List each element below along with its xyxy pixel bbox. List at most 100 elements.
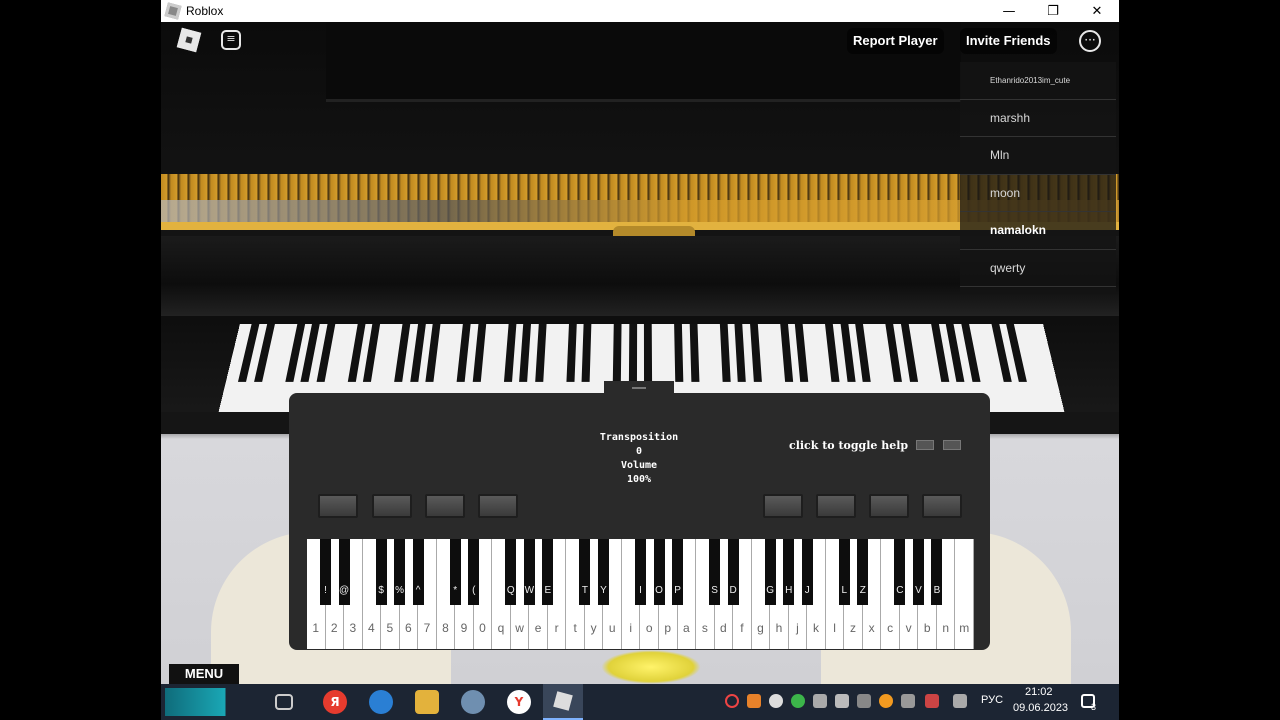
piano-black-key[interactable]: ^ — [412, 539, 424, 605]
black-key-label: D — [729, 585, 737, 596]
player-list-item[interactable]: Mln — [960, 137, 1116, 175]
transposition-value: 0 — [635, 446, 643, 457]
report-player-button[interactable]: Report Player — [847, 28, 944, 54]
white-key-label: r — [554, 621, 559, 635]
bluetooth-icon[interactable] — [813, 694, 827, 708]
piano-black-key[interactable]: B — [931, 539, 943, 605]
security-icon[interactable] — [835, 694, 849, 708]
piano-black-key[interactable]: W — [523, 539, 535, 605]
minimize-button[interactable]: — — [987, 0, 1031, 22]
panel-option-button-2[interactable] — [816, 494, 856, 518]
chat-icon[interactable]: ≡ — [221, 30, 241, 50]
piano-3d-black-key — [689, 323, 699, 382]
piano-black-key[interactable]: D — [727, 539, 739, 605]
transposition-volume-info: Transposition 0 Volume 100% — [579, 431, 699, 487]
menu-button[interactable]: MENU — [169, 664, 239, 684]
white-key-label: y — [590, 621, 597, 635]
pen-icon[interactable] — [953, 694, 967, 708]
player-list-item[interactable]: Ethanrido2013im_cute — [960, 62, 1116, 100]
piano-3d-black-key — [825, 323, 840, 382]
piano-black-key[interactable]: J — [801, 539, 813, 605]
piano-black-key[interactable]: E — [542, 539, 554, 605]
white-key-label: a — [682, 621, 690, 635]
volume-icon[interactable] — [901, 694, 915, 708]
panel-option-button-1[interactable] — [763, 494, 803, 518]
piano-keyboard-panel: Transposition 0 Volume 100% click to tog… — [289, 381, 990, 650]
piano-black-key[interactable]: P — [672, 539, 684, 605]
black-key-label: C — [896, 585, 904, 596]
piano-black-key[interactable]: @ — [338, 539, 350, 605]
invite-friends-button[interactable]: Invite Friends — [960, 28, 1057, 54]
more-options-icon[interactable]: ··· — [1079, 30, 1101, 52]
piano-black-key[interactable]: $ — [375, 539, 387, 605]
yandex-tray-icon[interactable] — [769, 694, 783, 708]
clock-date[interactable]: 09.06.2023 — [1013, 702, 1068, 714]
piano-black-key[interactable]: L — [838, 539, 850, 605]
piano-black-key[interactable]: C — [894, 539, 906, 605]
piano-black-key[interactable]: I — [635, 539, 646, 605]
player-list-item[interactable]: qwerty — [960, 250, 1116, 287]
white-key-label: m — [959, 621, 970, 635]
panel-option-button-3[interactable] — [869, 494, 909, 518]
piano-3d-black-key — [674, 323, 684, 382]
piano-black-key[interactable]: Q — [505, 539, 517, 605]
panel-option-button-4[interactable] — [922, 494, 962, 518]
record-icon[interactable] — [725, 694, 739, 708]
piano-black-key[interactable]: * — [449, 539, 461, 605]
maximize-button[interactable]: ❐ — [1031, 0, 1075, 22]
player-list-item[interactable]: moon — [960, 175, 1116, 212]
clock-time[interactable]: 21:02 — [1025, 686, 1053, 698]
green-tray-icon[interactable] — [791, 694, 805, 708]
white-key-label: c — [887, 621, 894, 635]
volume-up-button[interactable] — [478, 494, 518, 518]
file-explorer-icon[interactable] — [415, 690, 439, 714]
network-icon[interactable] — [857, 694, 871, 708]
start-area[interactable] — [165, 688, 265, 716]
piano-black-key[interactable]: S — [709, 539, 721, 605]
transpose-down-button[interactable] — [318, 494, 358, 518]
app-tray-icon[interactable] — [925, 694, 939, 708]
black-key-label: % — [395, 585, 405, 596]
help-toggle-button-1[interactable] — [916, 440, 934, 450]
piano-3d-black-key — [456, 323, 471, 382]
yandex-icon[interactable]: Я — [323, 690, 347, 714]
piano-white-key[interactable]: m — [955, 539, 974, 649]
transposition-label: Transposition — [599, 432, 679, 443]
panel-drag-handle[interactable] — [604, 381, 674, 395]
roblox-taskbar-button[interactable] — [543, 684, 583, 720]
black-key-label: O — [655, 585, 663, 596]
task-view-icon[interactable] — [275, 694, 293, 710]
piano-3d-black-key — [519, 323, 532, 382]
mascot-app-icon[interactable] — [461, 690, 485, 714]
player-list-item[interactable]: marshh — [960, 100, 1116, 137]
help-toggle[interactable]: click to toggle help > — [789, 439, 925, 452]
help-toggle-button-2[interactable] — [943, 440, 961, 450]
avast-icon[interactable] — [879, 694, 893, 708]
white-key-label: k — [813, 621, 819, 635]
language-indicator[interactable]: РУС — [981, 694, 1003, 706]
piano-black-key[interactable]: ! — [320, 539, 332, 605]
transpose-up-button[interactable] — [372, 494, 412, 518]
black-key-label: Z — [859, 585, 866, 596]
piano-black-key[interactable]: V — [912, 539, 924, 605]
help-text: click to toggle help — [789, 439, 909, 452]
edge-icon[interactable] — [369, 690, 393, 714]
close-button[interactable]: ✕ — [1075, 0, 1119, 22]
volume-down-button[interactable] — [425, 494, 465, 518]
piano-black-key[interactable]: % — [394, 539, 406, 605]
piano-black-key[interactable]: O — [653, 539, 665, 605]
piano-black-key[interactable]: Z — [857, 539, 869, 605]
piano-black-key[interactable]: H — [783, 539, 795, 605]
notifications-icon[interactable]: 3 — [1081, 694, 1096, 712]
piano-3d-black-key — [425, 323, 441, 382]
black-key-label: B — [933, 585, 941, 596]
piano-black-key[interactable]: ( — [468, 539, 480, 605]
tray-app-icon[interactable] — [747, 694, 761, 708]
piano-black-key[interactable]: G — [764, 539, 776, 605]
piano-black-key[interactable]: Y — [597, 539, 609, 605]
player-list-item-self[interactable]: namalokn — [960, 212, 1116, 250]
yandex-browser-icon[interactable]: Y — [507, 690, 531, 714]
black-key-label: * — [453, 585, 458, 596]
white-key-label: 2 — [330, 621, 338, 635]
piano-black-key[interactable]: T — [579, 539, 591, 605]
